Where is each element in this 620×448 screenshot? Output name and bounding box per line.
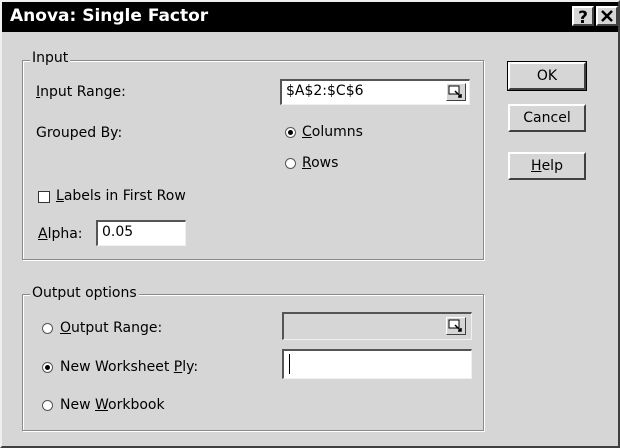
columns-radio[interactable]: [285, 127, 296, 138]
text-cursor: [289, 354, 290, 374]
cancel-button[interactable]: Cancel: [508, 104, 586, 132]
output-range-field[interactable]: [282, 312, 472, 340]
alpha-label: Alpha:: [38, 226, 83, 242]
input-range-label: Input Range:: [36, 84, 126, 100]
ok-button[interactable]: OK: [507, 61, 587, 91]
new-ply-mnemonic: P: [173, 359, 183, 375]
rows-mnemonic: R: [302, 155, 312, 171]
new-book-label-pre: New: [60, 397, 95, 413]
alpha-mnemonic: A: [38, 226, 48, 242]
new-book-mnemonic: W: [95, 397, 109, 413]
range-select-icon: [448, 85, 462, 98]
output-legend: Output options: [30, 285, 139, 301]
help-mnemonic: H: [531, 158, 542, 174]
columns-label[interactable]: Columns: [302, 124, 363, 140]
output-range-mnemonic: O: [60, 320, 72, 336]
dialog-title: Anova: Single Factor: [10, 6, 209, 26]
new-worksheet-ply-label[interactable]: New Worksheet Ply:: [60, 359, 198, 375]
new-worksheet-ply-radio[interactable]: [42, 362, 53, 373]
new-ply-label-pre: New Worksheet: [60, 359, 174, 375]
help-question-icon[interactable]: ?: [572, 6, 594, 28]
new-book-label-rest: orkbook: [108, 397, 165, 413]
rows-label-text: ows: [311, 155, 339, 171]
output-range-collapse-button[interactable]: [446, 317, 466, 335]
output-range-radio[interactable]: [42, 323, 53, 334]
labels-mnemonic: L: [56, 188, 64, 204]
new-ply-label-rest: ly:: [182, 359, 199, 375]
labels-first-row-label[interactable]: Labels in First Row: [56, 188, 186, 204]
new-workbook-label[interactable]: New Workbook: [60, 397, 165, 413]
help-button[interactable]: Help: [508, 152, 586, 180]
labels-first-row-checkbox[interactable]: [38, 191, 50, 203]
close-icon[interactable]: [596, 6, 618, 26]
help-label-text: elp: [541, 158, 563, 174]
input-range-field[interactable]: $A$2:$C$6: [280, 79, 470, 105]
columns-label-text: olumns: [311, 124, 363, 140]
input-legend: Input: [30, 50, 71, 66]
rows-radio[interactable]: [285, 158, 296, 169]
grouped-by-label: Grouped By:: [36, 125, 123, 141]
anova-dialog: Anova: Single Factor ? Input Input Range…: [0, 0, 620, 448]
input-range-collapse-button[interactable]: [446, 83, 466, 101]
rows-label[interactable]: Rows: [302, 155, 338, 171]
alpha-label-text: lpha:: [47, 226, 83, 242]
output-range-label[interactable]: Output Range:: [60, 320, 162, 336]
range-select-icon: [448, 319, 462, 332]
close-x-glyph: [601, 10, 613, 22]
output-range-label-text: utput Range:: [71, 320, 163, 336]
input-range-label-text: nput Range:: [40, 84, 126, 100]
title-bar: Anova: Single Factor ?: [2, 2, 618, 32]
labels-label-text: abels in First Row: [63, 188, 186, 204]
new-worksheet-ply-field[interactable]: [282, 349, 472, 379]
alpha-field[interactable]: 0.05: [96, 220, 186, 246]
columns-mnemonic: C: [302, 124, 312, 140]
new-workbook-radio[interactable]: [42, 400, 53, 411]
